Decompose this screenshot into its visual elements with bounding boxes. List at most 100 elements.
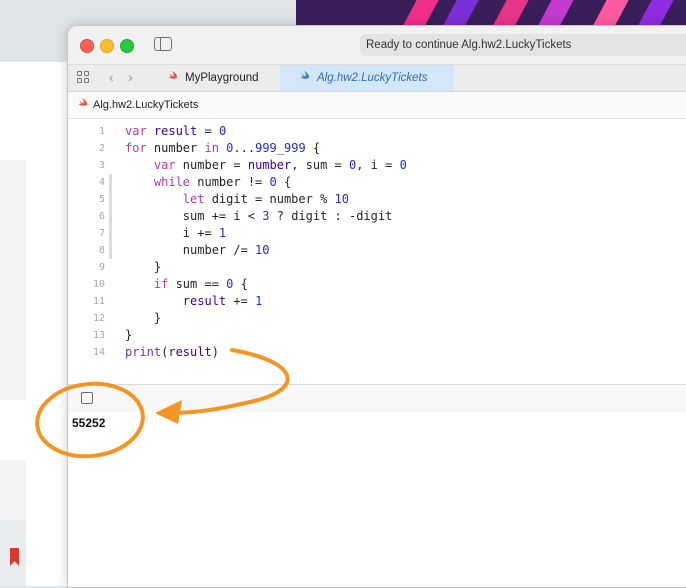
close-button[interactable]	[80, 39, 94, 53]
code-token: 1	[218, 226, 227, 240]
code-fold-ribbon[interactable]	[109, 174, 112, 259]
breadcrumb-item[interactable]: Alg.hw2.LuckyTickets	[78, 92, 198, 118]
title-bar: Ready to continue Alg.hw2.LuckyTickets	[68, 26, 686, 65]
line-number: 9	[98, 262, 105, 273]
swift-icon	[300, 71, 310, 79]
code-token: var	[125, 158, 183, 172]
tab-luckytickets[interactable]: Alg.hw2.LuckyTickets	[280, 65, 454, 91]
line-number: 2	[98, 143, 105, 154]
code-token: +=	[226, 294, 256, 308]
code-token: 10	[334, 192, 349, 206]
line-number: 13	[92, 330, 105, 341]
code-line[interactable]: 1 var result = 0	[68, 123, 686, 140]
wallpaper	[296, 0, 686, 28]
code-token: }	[125, 311, 162, 325]
playground-window: Ready to continue Alg.hw2.LuckyTickets ‹…	[67, 25, 686, 588]
line-number: 3	[98, 160, 105, 171]
grid-icon[interactable]	[77, 71, 90, 84]
code-token: sum ==	[175, 277, 227, 291]
code-token: print	[125, 345, 162, 359]
code-text: result += 1	[125, 293, 263, 310]
code-token: , i =	[356, 158, 400, 172]
code-token: 10	[255, 243, 270, 257]
console-area[interactable]: 55252	[68, 412, 686, 587]
code-text: }	[125, 310, 161, 327]
code-token: 0	[399, 158, 407, 172]
code-token: result	[125, 294, 227, 308]
code-token: while	[125, 175, 198, 189]
code-text: while number != 0 {	[125, 174, 291, 191]
code-token: ...	[233, 141, 256, 155]
background-band	[0, 160, 26, 400]
code-text: number /= 10	[125, 242, 270, 259]
code-token: 0	[269, 175, 277, 189]
console-output: 55252	[72, 416, 106, 430]
code-token: 3	[262, 209, 270, 223]
chevron-right-icon[interactable]: ›	[128, 69, 133, 85]
code-token: var	[125, 124, 154, 138]
code-token: )	[211, 345, 219, 359]
code-token: =	[226, 158, 248, 172]
code-editor[interactable]: 1 var result = 0 2 for number in 0...999_99…	[68, 119, 686, 470]
code-line[interactable]: 8 number /= 10	[68, 242, 686, 259]
background-band	[0, 460, 26, 520]
code-line[interactable]: 7 i += 1	[68, 225, 686, 242]
code-token: , sum =	[291, 158, 349, 172]
chevron-left-icon[interactable]: ‹	[109, 69, 114, 85]
code-line[interactable]: 3 var number = number, sum = 0, i = 0	[68, 157, 686, 174]
code-token: sum += i <	[125, 209, 263, 223]
activity-status: Ready to continue Alg.hw2.LuckyTickets	[360, 34, 686, 56]
line-number: 1	[98, 126, 105, 137]
code-token: {	[233, 277, 248, 291]
code-line[interactable]: 11 result += 1	[68, 293, 686, 310]
code-token: number	[247, 158, 292, 172]
code-line[interactable]: 4 while number != 0 {	[68, 174, 686, 191]
code-token: number	[182, 158, 227, 172]
code-text: var result = 0	[125, 123, 226, 140]
code-token: 0	[218, 124, 227, 138]
code-token: ? digit : -digit	[269, 209, 393, 223]
code-line[interactable]: 12 }	[68, 310, 686, 327]
code-token: }	[125, 328, 133, 342]
code-text: let digit = number % 10	[125, 191, 349, 208]
code-line[interactable]: 2 for number in 0...999_999 {	[68, 140, 686, 157]
line-number: 7	[98, 228, 105, 239]
debug-area-toggle-icon[interactable]	[81, 392, 93, 404]
code-text: var number = number, sum = 0, i = 0	[125, 157, 407, 174]
sidebar-toggle-icon[interactable]	[154, 37, 172, 51]
minimize-button[interactable]	[100, 39, 114, 53]
code-line[interactable]: 14 print(result)	[68, 344, 686, 361]
swift-icon	[168, 71, 178, 79]
code-line[interactable]: 5 let digit = number % 10	[68, 191, 686, 208]
breadcrumb: Alg.hw2.LuckyTickets	[68, 92, 686, 119]
tab-bar: ‹ › MyPlayground Alg.hw2.LuckyTickets	[68, 65, 686, 92]
line-number: 5	[98, 194, 105, 205]
code-token: {	[305, 141, 321, 155]
zoom-button[interactable]	[120, 39, 134, 53]
code-line[interactable]: 9 }	[68, 259, 686, 276]
tab-myplayground[interactable]: MyPlayground	[148, 65, 280, 91]
line-number: 4	[98, 177, 105, 188]
code-text: if sum == 0 {	[125, 276, 248, 293]
line-number: 8	[98, 245, 105, 256]
code-text: sum += i < 3 ? digit : -digit	[125, 208, 393, 225]
code-token: }	[125, 260, 162, 274]
line-number: 6	[98, 211, 105, 222]
line-number: 10	[92, 279, 105, 290]
code-text: }	[125, 327, 132, 344]
code-text: i += 1	[125, 225, 226, 242]
code-token: number	[153, 141, 205, 155]
line-number: 11	[92, 296, 105, 307]
breadcrumb-label: Alg.hw2.LuckyTickets	[93, 99, 199, 111]
code-line[interactable]: 10 if sum == 0 {	[68, 276, 686, 293]
code-token: number !=	[197, 175, 270, 189]
code-line[interactable]: 13}	[68, 327, 686, 344]
code-text: print(result)	[125, 344, 219, 361]
code-text: for number in 0...999_999 {	[125, 140, 320, 157]
code-token: 1	[255, 294, 263, 308]
code-token: {	[276, 175, 292, 189]
debug-bar	[68, 384, 686, 413]
code-line[interactable]: 6 sum += i < 3 ? digit : -digit	[68, 208, 686, 225]
code-token: let	[125, 192, 212, 206]
code-token: 999_999	[255, 141, 306, 155]
